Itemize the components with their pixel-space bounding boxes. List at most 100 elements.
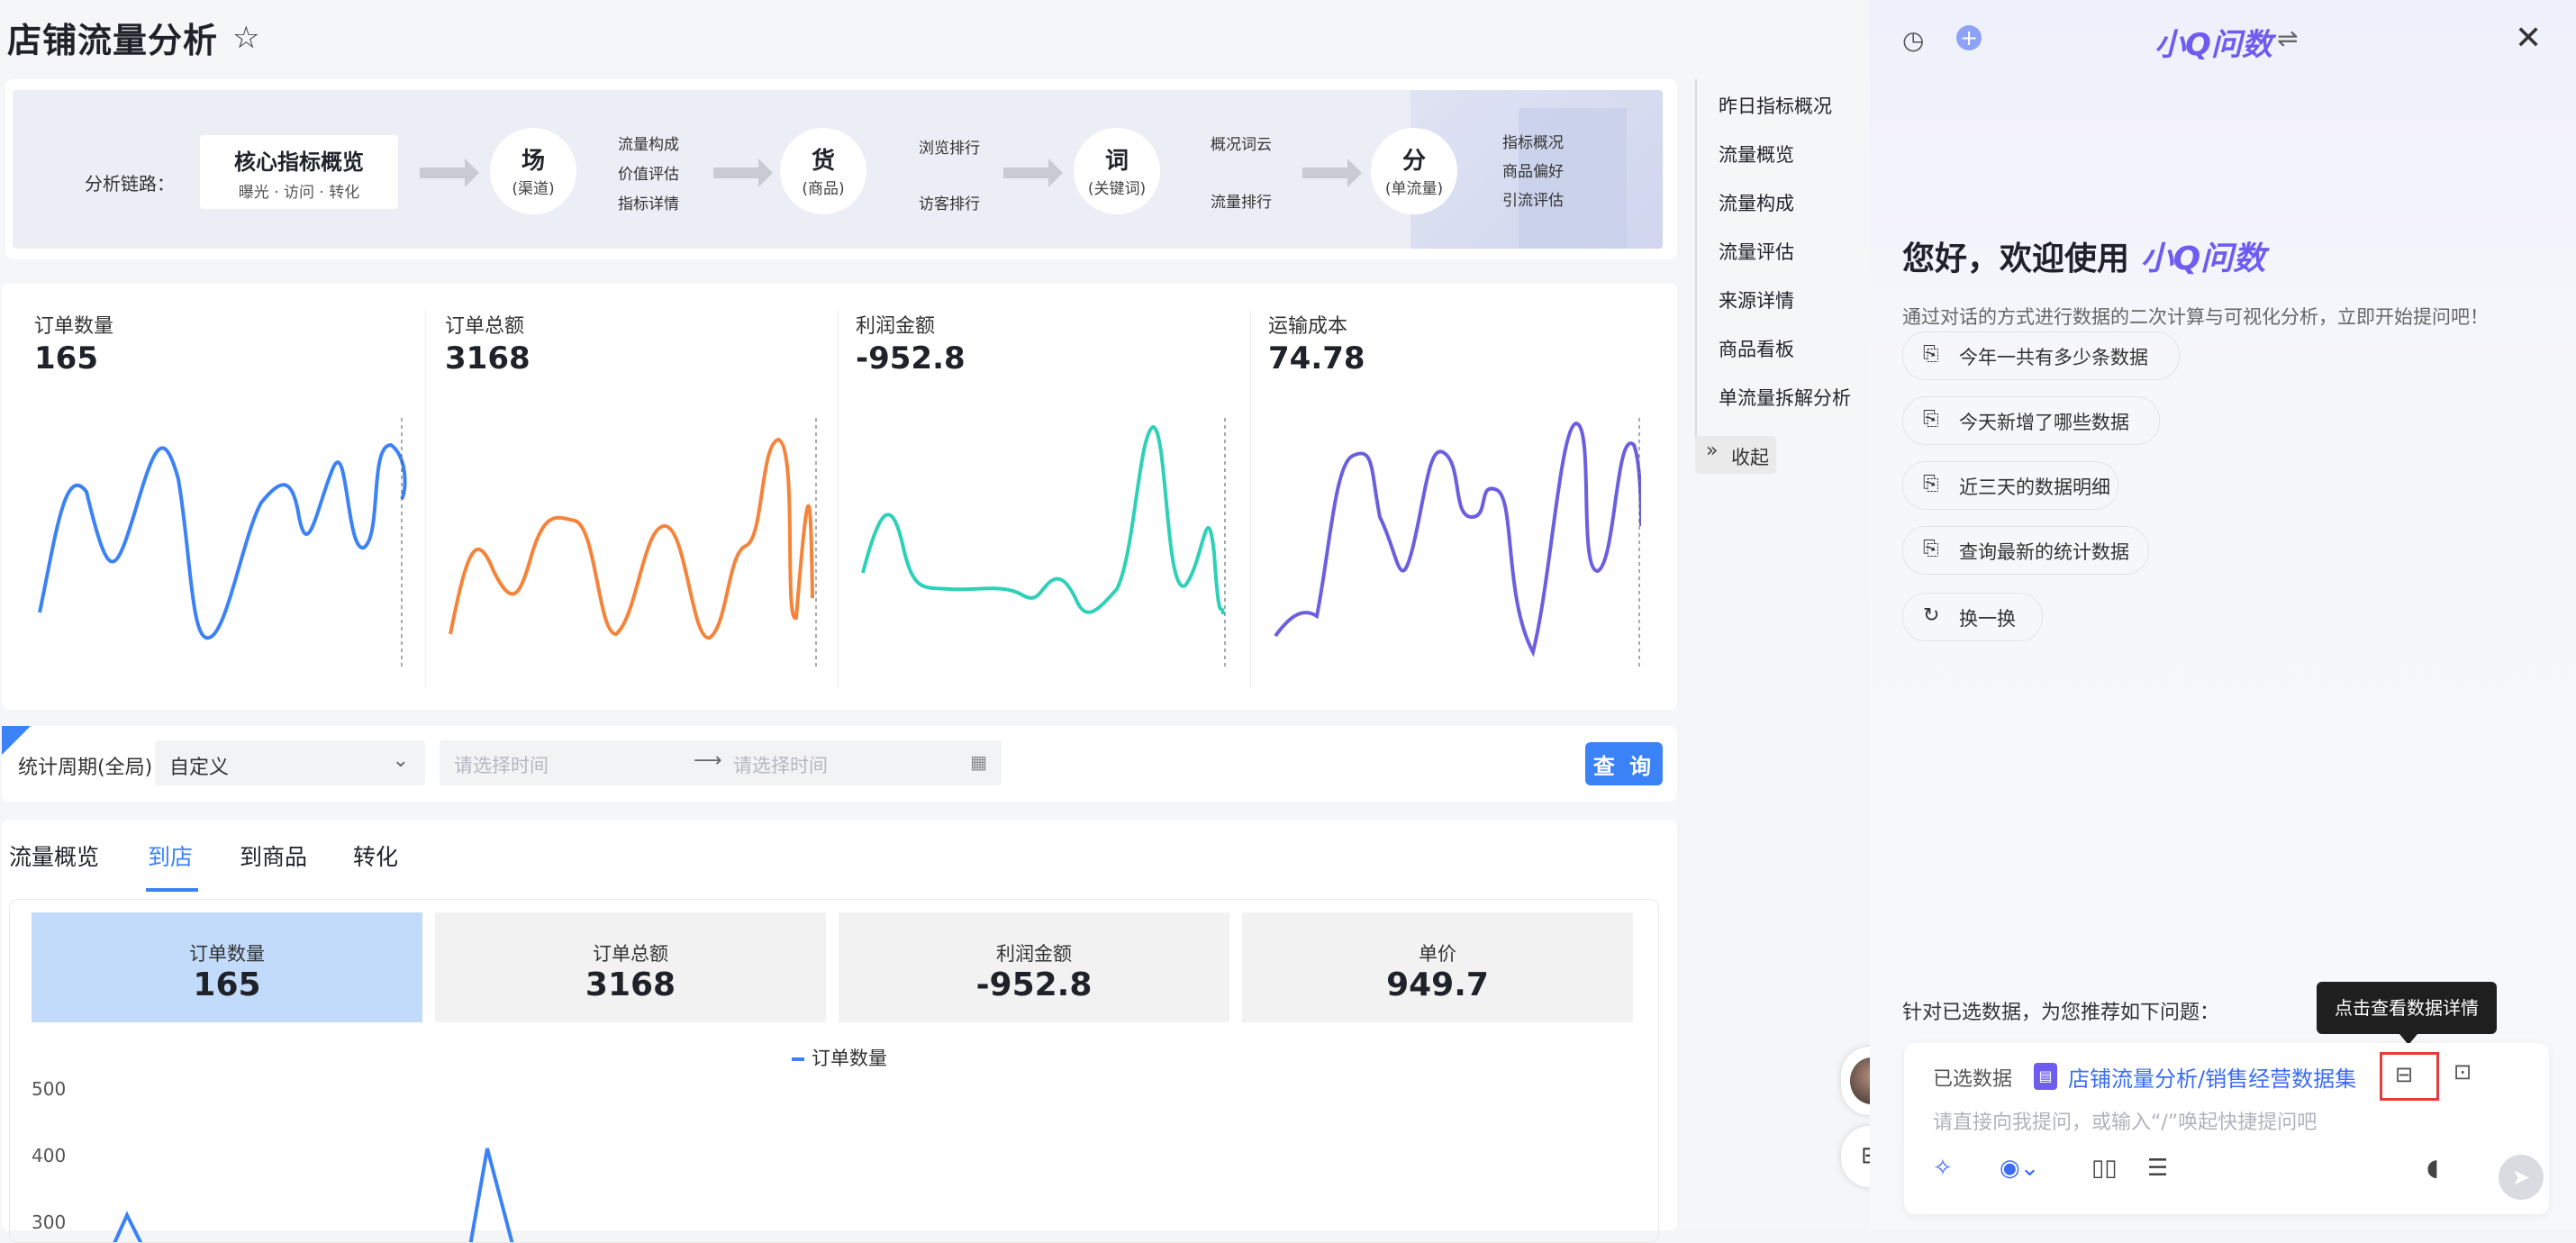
selected-dataset-link[interactable]: 店铺流量分析/销售经营数据集	[2068, 1061, 2356, 1093]
core-metrics-node[interactable]: 核心指标概览 曝光 · 访问 · 转化	[200, 135, 398, 209]
anchor-item[interactable]: 单流量拆解分析	[1719, 384, 1851, 411]
suggestion-label: 今天新增了哪些数据	[1959, 412, 2129, 433]
flow-sub-item[interactable]: 访客排行	[919, 191, 980, 213]
overview-section: 流量概览 到店 到商品 转化 订单数量 165 订单总额 3168 利润金额 -…	[2, 820, 1677, 1243]
send-button[interactable]: ➤	[2499, 1155, 2544, 1200]
tab-to-product[interactable]: 到商品	[240, 839, 307, 872]
model-select-icon[interactable]: ◉⌄	[2000, 1155, 2039, 1182]
chat-input[interactable]: 请直接向我提问，或输入“/”唤起快捷提问吧	[1933, 1106, 2317, 1135]
end-date-input[interactable]: 请选择时间	[733, 751, 828, 778]
date-range-picker[interactable]: 请选择时间 ⟶ 请选择时间 ▦	[440, 740, 1002, 785]
magic-wand-icon[interactable]: ✧	[1933, 1155, 1953, 1182]
flow-sub-item[interactable]: 商品偏好	[1502, 159, 1564, 181]
flow-sub-item[interactable]: 浏览排行	[919, 135, 980, 158]
flow-sub-item[interactable]: 流量排行	[1211, 189, 1272, 212]
anchor-item[interactable]: 商品看板	[1719, 335, 1794, 362]
metric-card-unit-price[interactable]: 单价 949.7	[1242, 912, 1633, 1022]
legend-marker	[792, 1057, 804, 1061]
flow-sub-item[interactable]: 概况词云	[1211, 132, 1272, 154]
tab-to-store[interactable]: 到店	[148, 839, 193, 872]
sparkline-line	[861, 424, 1225, 615]
anchor-item[interactable]: 昨日指标概况	[1719, 92, 1832, 119]
flow-sub-item[interactable]: 引流评估	[1502, 187, 1564, 210]
node-title: 场	[521, 148, 545, 175]
keyword-node[interactable]: 词 (关键词)	[1074, 128, 1160, 214]
history-icon[interactable]: ◷	[1902, 25, 1924, 55]
new-chat-icon[interactable]: +	[1956, 25, 1982, 50]
assistant-panel: ◷ + 小Q问数 ⇌ ✕ 您好，欢迎使用 小Q问数 通过对话的方式进行数据的二次…	[1870, 0, 2576, 1230]
anchor-item[interactable]: 流量概览	[1719, 141, 1794, 168]
anchor-item[interactable]: 来源详情	[1719, 286, 1794, 313]
view-data-detail-button[interactable]: ⊟	[2380, 1052, 2439, 1101]
period-select[interactable]: 自定义 ⌄	[155, 740, 425, 785]
collapse-button[interactable]: » 收起	[1695, 436, 1776, 474]
suggestion-label: 查询最新的统计数据	[1959, 541, 2129, 563]
query-button[interactable]: 查 询	[1585, 742, 1663, 785]
channel-node[interactable]: 场 (渠道)	[490, 128, 576, 214]
kpi-label: 订单总额	[445, 315, 525, 338]
list-icon[interactable]: ☰	[2147, 1155, 2168, 1182]
book-icon[interactable]: ▯▯	[2091, 1155, 2118, 1182]
period-value: 自定义	[169, 757, 230, 779]
dataset-icon: ▤	[2034, 1063, 2057, 1090]
anchor-item[interactable]: 流量构成	[1719, 189, 1794, 216]
analysis-flow: 分析链路： 核心指标概览 曝光 · 访问 · 转化 场 (渠道) 流量构成 价值…	[13, 90, 1663, 249]
range-arrow-icon: ⟶	[694, 749, 722, 772]
main-area: 店铺流量分析 ☆ 分析链路： 核心指标概览 曝光 · 访问 · 转化 场 (渠道…	[0, 0, 1899, 1243]
metric-value: -952.8	[975, 966, 1093, 1003]
flow-sub-item[interactable]: 指标概况	[1502, 130, 1564, 152]
metric-card-profit[interactable]: 利润金额 -952.8	[839, 912, 1229, 1022]
refresh-icon: ↻	[1923, 604, 1940, 627]
sparkline-chart	[1274, 418, 1641, 670]
metric-card-order-count[interactable]: 订单数量 165	[32, 912, 422, 1022]
kpi-order-count: 订单数量 165	[2, 310, 407, 688]
kpi-value: 3168	[445, 340, 531, 377]
dataset-settings-icon[interactable]: ⊡	[2454, 1059, 2472, 1084]
flow-sub-item[interactable]: 价值评估	[618, 161, 679, 184]
suggestion-chip[interactable]: ⎘ 今天新增了哪些数据	[1902, 396, 2160, 445]
suggestion-label: 近三天的数据明细	[1959, 476, 2110, 498]
flow-sub-item[interactable]: 流量构成	[618, 132, 679, 154]
tooltip: 点击查看数据详情	[2317, 982, 2497, 1045]
tab-conversion[interactable]: 转化	[353, 839, 398, 872]
refresh-button[interactable]: ↻ 换一换	[1902, 593, 2043, 641]
welcome-heading: 您好，欢迎使用 小Q问数	[1902, 232, 2265, 279]
kpi-value: 74.78	[1268, 340, 1365, 377]
suggestion-label: 今年一共有多少条数据	[1959, 347, 2148, 368]
line-chart	[113, 1148, 514, 1242]
sparkline-chart	[38, 418, 407, 670]
flow-sub-item[interactable]: 指标详情	[618, 191, 679, 213]
right-anchor-nav: 昨日指标概况 流量概览 流量构成 流量评估 来源详情 商品看板 单流量拆解分析	[1695, 79, 1868, 467]
close-icon[interactable]: ✕	[2515, 20, 2542, 57]
double-chevron-icon: »	[1706, 440, 1719, 462]
star-icon[interactable]: ☆	[232, 20, 259, 56]
page-title: 店铺流量分析	[7, 21, 219, 60]
arrow-icon	[1003, 159, 1063, 187]
kpi-value: -952.8	[856, 340, 966, 377]
query-doc-icon: ⎘	[1923, 473, 1939, 495]
start-date-input[interactable]: 请选择时间	[454, 751, 549, 778]
welcome-description: 通过对话的方式进行数据的二次计算与可视化分析，立即开始提问吧！	[1902, 306, 2489, 328]
tab-traffic-overview[interactable]: 流量概览	[9, 839, 99, 872]
microphone-icon[interactable]: ◖	[2426, 1155, 2439, 1182]
single-flow-node[interactable]: 分 (单流量)	[1371, 128, 1457, 214]
switch-icon[interactable]: ⇌	[2277, 23, 2298, 53]
suggestion-chip[interactable]: ⎘ 近三天的数据明细	[1902, 461, 2118, 510]
sparkline-chart	[449, 418, 817, 670]
calendar-icon[interactable]: ▦	[970, 751, 987, 773]
arrow-icon	[420, 159, 479, 187]
node-sub: (渠道)	[512, 180, 555, 198]
chart-line	[468, 1148, 514, 1242]
metric-card-order-total[interactable]: 订单总额 3168	[435, 912, 826, 1022]
kpi-profit: 利润金额 -952.8	[823, 310, 1226, 688]
metric-value: 949.7	[1386, 966, 1489, 1003]
suggestion-chip[interactable]: ⎘ 今年一共有多少条数据	[1902, 331, 2180, 380]
node-sub: (单流量)	[1384, 180, 1444, 198]
chart-legend[interactable]: 订单数量	[792, 1044, 887, 1071]
query-doc-icon: ⎘	[1923, 538, 1939, 560]
node-sub: (关键词)	[1087, 180, 1147, 198]
anchor-item[interactable]: 流量评估	[1719, 238, 1794, 265]
query-doc-icon: ⎘	[1923, 343, 1939, 366]
goods-node[interactable]: 货 (商品)	[780, 128, 866, 214]
suggestion-chip[interactable]: ⎘ 查询最新的统计数据	[1902, 526, 2149, 575]
